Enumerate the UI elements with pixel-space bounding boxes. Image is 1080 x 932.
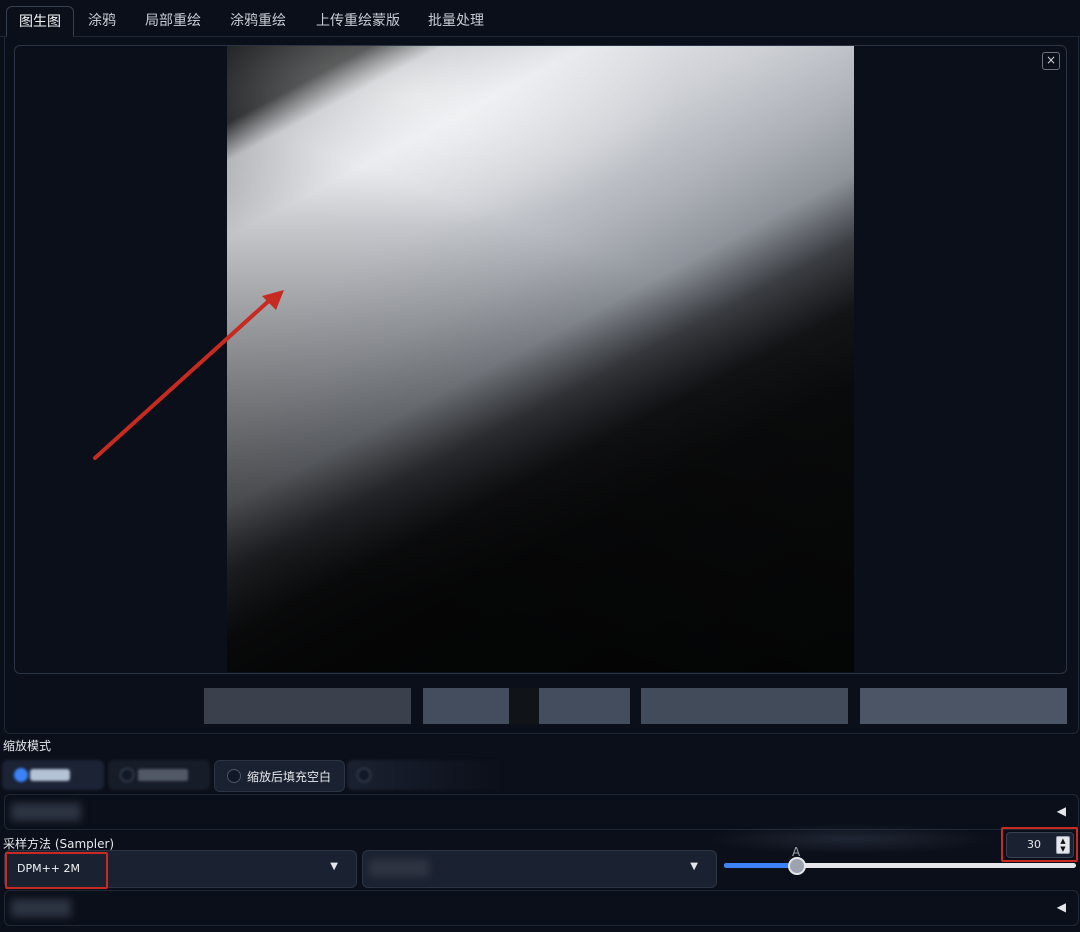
tab-bar: 图生图 涂鸦 局部重绘 涂鸦重绘 上传重绘蒙版 批量处理: [0, 0, 1080, 37]
radio-icon: [120, 768, 134, 782]
chevron-down-icon: ▼: [690, 861, 698, 872]
accordion-collapsed-bottom[interactable]: ◀: [4, 890, 1079, 926]
resize-mode-option[interactable]: [108, 760, 210, 790]
resize-mode-option-fill[interactable]: 缩放后填充空白: [214, 760, 345, 792]
radio-icon: [227, 769, 241, 783]
tab-inpaint-sketch[interactable]: 涂鸦重绘: [222, 6, 294, 36]
tab-inpaint-upload[interactable]: 上传重绘蒙版: [308, 6, 408, 36]
tab-img2img[interactable]: 图生图: [6, 6, 74, 37]
radio-checked-icon: [14, 768, 28, 782]
slider-fill: [724, 863, 796, 868]
resize-mode-option[interactable]: [347, 760, 502, 790]
highlight-box-steps: [1001, 827, 1078, 862]
highlight-box-sampler: [5, 852, 108, 889]
tab-batch[interactable]: 批量处理: [420, 6, 492, 36]
tab-sketch[interactable]: 涂鸦: [80, 6, 124, 36]
resize-mode-label: 缩放模式: [3, 739, 52, 753]
resize-mode-radio-group: 缩放后填充空白: [2, 760, 502, 792]
uploaded-image: [227, 46, 854, 672]
copy-to-button[interactable]: [860, 688, 1067, 724]
collapse-arrow-icon[interactable]: ◀: [1057, 900, 1066, 914]
copy-to-button[interactable]: [204, 688, 411, 724]
resize-mode-option[interactable]: [2, 760, 104, 790]
steps-slider[interactable]: [724, 857, 1076, 875]
copy-to-button[interactable]: [641, 688, 848, 724]
close-icon[interactable]: ×: [1042, 52, 1060, 70]
collapse-arrow-icon[interactable]: ◀: [1057, 804, 1066, 818]
chevron-down-icon: ▼: [330, 861, 338, 872]
tab-inpaint[interactable]: 局部重绘: [138, 6, 208, 36]
copy-to-button[interactable]: [423, 688, 630, 724]
schedule-dropdown[interactable]: ▼: [362, 850, 717, 888]
radio-icon: [357, 768, 371, 782]
slider-handle[interactable]: [788, 857, 806, 875]
